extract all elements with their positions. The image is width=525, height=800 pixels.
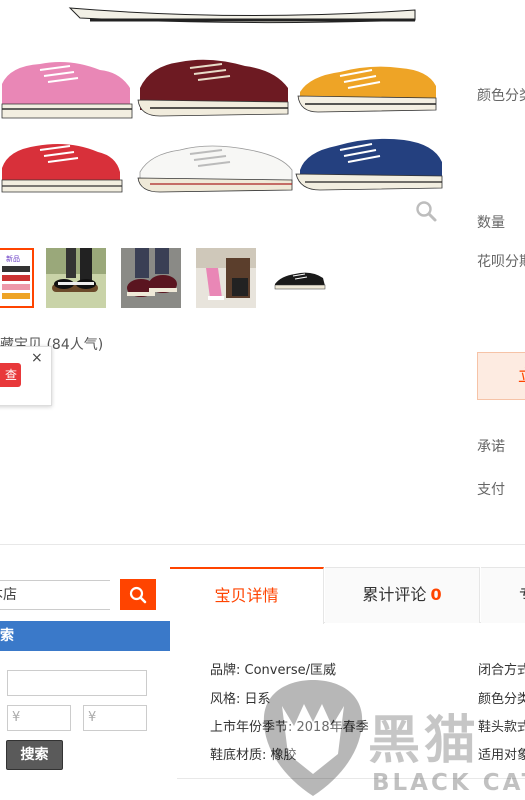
sidebar-search-header: 搜索 <box>0 621 170 651</box>
sidebar-search-button[interactable]: 搜索 <box>6 740 63 770</box>
buy-now-button[interactable]: 立即购买 <box>477 352 525 400</box>
price-min-input[interactable]: ¥ <box>7 705 71 731</box>
promise-label: 承诺 <box>477 439 505 455</box>
product-main-image[interactable] <box>0 0 445 200</box>
thumbnail-color-variants[interactable]: 新品 <box>0 248 34 308</box>
shoe-red <box>1 144 123 193</box>
view-favorites-button[interactable]: 查看 <box>0 363 21 387</box>
sneaker-grid-illustration <box>1 7 443 193</box>
attr-toe: 鞋头款式 <box>478 720 525 735</box>
shoe-yellow <box>297 66 437 113</box>
color-label: 颜色分类 <box>477 88 525 104</box>
tab-more[interactable]: 专 <box>481 567 525 623</box>
shoe-maroon <box>137 59 289 117</box>
price-max-input[interactable]: ¥ <box>83 705 147 731</box>
tab-reviews[interactable]: 累计评论 0 <box>325 567 480 623</box>
shoe-pink <box>1 62 133 119</box>
keyword-input[interactable] <box>7 670 147 696</box>
detail-tabs: 宝贝详情 累计评论0 专 <box>170 567 525 624</box>
favorite-popup: 查看 × <box>0 346 52 406</box>
review-count: 0 <box>430 585 442 604</box>
thumbnail-worn[interactable] <box>121 248 181 308</box>
thumbnail-black-shoe[interactable] <box>271 248 331 308</box>
attr-audience: 适用对象 <box>478 748 525 763</box>
shop-search-input[interactable]: 本店 <box>0 580 110 610</box>
search-icon <box>129 586 147 603</box>
svg-text:新品: 新品 <box>6 254 20 263</box>
installment-label: 花呗分期 <box>477 254 525 270</box>
close-icon[interactable]: × <box>31 350 43 366</box>
quantity-label: 数量 <box>477 215 505 231</box>
watermark-english: BLACK CAT <box>372 770 525 796</box>
section-divider <box>0 544 525 545</box>
attr-closure: 闭合方式 <box>478 663 525 678</box>
black-cat-logo-icon <box>258 676 368 800</box>
tab-product-details[interactable]: 宝贝详情 <box>170 567 324 624</box>
thumbnail-skateboard[interactable] <box>46 248 106 308</box>
magnifier-icon[interactable] <box>414 199 438 223</box>
shoe-navy <box>295 138 443 191</box>
watermark-chinese: 黑猫 <box>368 711 481 771</box>
thumbnail-pink-pair[interactable] <box>196 248 256 308</box>
payment-label: 支付 <box>477 482 505 498</box>
shop-search-button[interactable] <box>120 579 156 610</box>
shop-search-value: 本店 <box>0 587 17 603</box>
shoe-white <box>137 145 293 193</box>
attr-color: 颜色分类 <box>478 692 525 707</box>
